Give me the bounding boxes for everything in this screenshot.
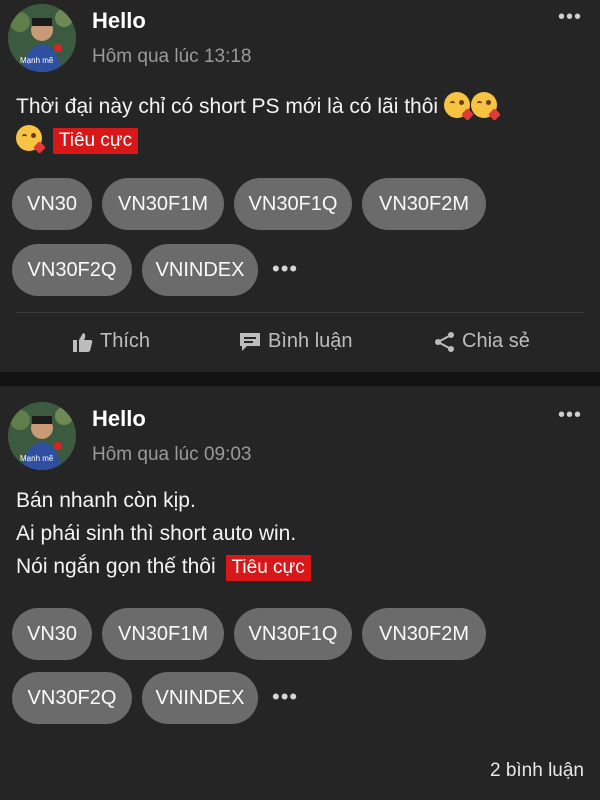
post-menu-button[interactable]: ••• [558,6,582,29]
comment-icon [240,332,260,351]
post-card: Mạnh mẽ Hello Hôm qua lúc 09:03 ••• Bán … [0,386,600,800]
post-menu-button[interactable]: ••• [558,404,582,427]
avatar[interactable]: Mạnh mẽ [8,4,76,72]
avatar-caption: Mạnh mẽ [20,454,54,463]
kiss-emoji-icon [470,92,501,121]
thumbs-up-icon [73,332,93,352]
share-icon [435,331,454,352]
post-text-line: Nói ngắn gọn thế thôi [16,555,216,578]
kiss-emoji-icon [443,92,474,121]
ticker-chip[interactable]: VN30F1M [102,178,224,230]
kiss-emoji-icon [16,125,46,154]
ticker-chip[interactable]: VN30F1Q [234,178,352,230]
author-name[interactable]: Hello [92,8,146,34]
avatar-caption: Mạnh mẽ [20,56,54,65]
avatar[interactable]: Mạnh mẽ [8,402,76,470]
more-tags-button[interactable]: ••• [272,684,298,710]
comment-count-link[interactable]: 2 bình luận [490,760,584,782]
post-time: Hôm qua lúc 09:03 [92,444,252,465]
sentiment-tag[interactable]: Tiêu cực [52,128,139,154]
post-text: Bán nhanh còn kịp. Ai phái sinh thì shor… [16,484,580,583]
like-button[interactable]: Thích [72,330,150,353]
ticker-chip[interactable]: VN30 [12,178,92,230]
post-card: Mạnh mẽ Hello Hôm qua lúc 13:18 ••• Thời… [0,0,600,372]
ticker-chip[interactable]: VN30F2Q [12,672,132,724]
ticker-chip[interactable]: VN30F1Q [234,608,352,660]
more-tags-button[interactable]: ••• [272,256,298,282]
ticker-chip[interactable]: VN30F1M [102,608,224,660]
post-text: Thời đại này chỉ có short PS mới là có l… [16,90,580,156]
ticker-chip[interactable]: VN30F2M [362,608,486,660]
sentiment-tag[interactable]: Tiêu cực [225,555,311,581]
share-button[interactable]: Chia sẻ [434,330,530,353]
ticker-chip[interactable]: VNINDEX [142,244,258,296]
comment-button[interactable]: Bình luận [238,330,353,353]
ticker-chip[interactable]: VNINDEX [142,672,258,724]
post-text-line: Thời đại này chỉ có short PS mới là có l… [16,95,439,118]
share-label: Chia sẻ [462,330,530,352]
post-text-line: Bán nhanh còn kịp. [16,489,196,512]
comment-label: Bình luận [268,330,353,352]
author-name[interactable]: Hello [92,406,146,432]
like-label: Thích [100,330,151,352]
divider [16,312,584,313]
post-time: Hôm qua lúc 13:18 [92,46,252,67]
ticker-chip[interactable]: VN30F2Q [12,244,132,296]
post-text-line: Ai phái sinh thì short auto win. [16,522,297,545]
ticker-chip[interactable]: VN30 [12,608,92,660]
ticker-chip[interactable]: VN30F2M [362,178,486,230]
